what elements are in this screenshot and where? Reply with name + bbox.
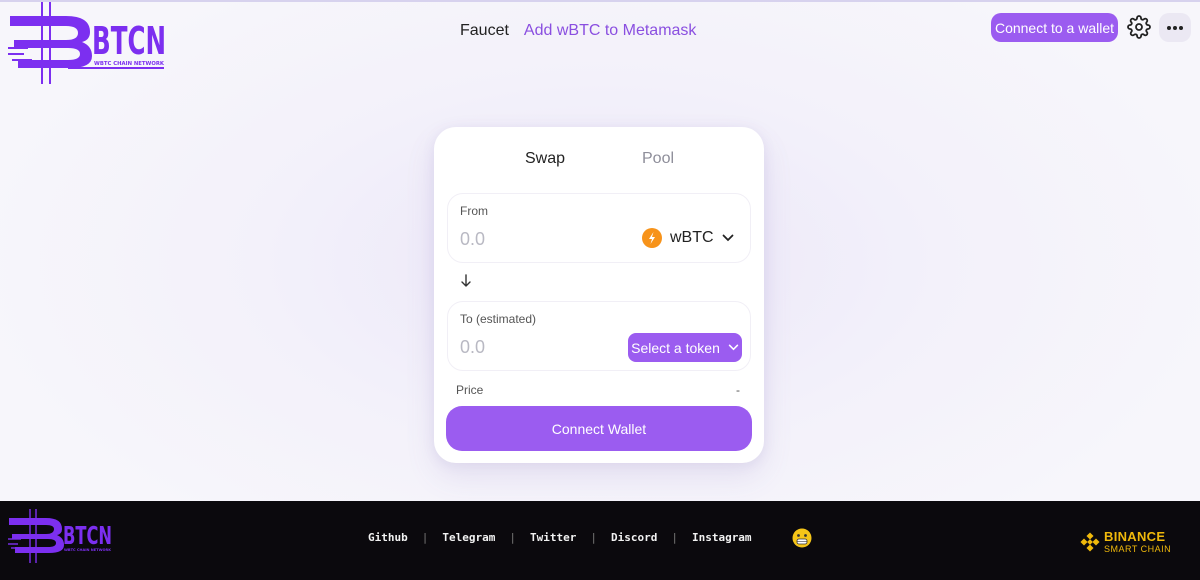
tab-swap[interactable]: Swap: [525, 150, 565, 168]
tab-pool[interactable]: Pool: [642, 150, 674, 168]
binance-title: BINANCE: [1104, 529, 1166, 544]
binance-smart-chain-logo[interactable]: BINANCE SMART CHAIN: [1080, 530, 1171, 554]
footer-logo-tagline: WBTC CHAIN NETWORK: [64, 548, 111, 552]
binance-icon: [1080, 532, 1100, 552]
from-amount-input[interactable]: [460, 226, 610, 252]
faucet-link[interactable]: Faucet: [460, 22, 509, 40]
header: BTCN WBTC CHAIN NETWORK Faucet Add wBTC …: [0, 0, 1200, 84]
price-value: -: [736, 383, 740, 397]
btcn-logo[interactable]: BTCN WBTC CHAIN NETWORK: [8, 2, 168, 84]
from-label: From: [460, 204, 488, 218]
footer: BTCN WBTC CHAIN NETWORK Github | Telegra…: [0, 501, 1200, 580]
to-amount-input[interactable]: [460, 334, 610, 360]
github-link[interactable]: Github: [368, 531, 408, 544]
more-icon: [1167, 25, 1183, 30]
from-token-symbol: wBTC: [670, 229, 714, 246]
to-panel: To (estimated) Select a token: [447, 301, 751, 371]
separator: |: [590, 531, 597, 544]
logo-text: BTCN: [92, 19, 166, 63]
connect-wallet-button[interactable]: Connect to a wallet: [991, 13, 1118, 42]
instagram-link[interactable]: Instagram: [692, 531, 752, 544]
top-nav: Faucet Add wBTC to Metamask: [460, 22, 696, 40]
add-wbtc-metamask-link[interactable]: Add wBTC to Metamask: [524, 22, 697, 40]
gear-icon[interactable]: [1127, 15, 1151, 39]
footer-btcn-logo[interactable]: BTCN WBTC CHAIN NETWORK: [8, 509, 114, 563]
select-token-label: Select a token: [631, 339, 720, 356]
emoji-icon[interactable]: [792, 528, 812, 548]
logo-tagline: WBTC CHAIN NETWORK: [94, 61, 165, 67]
from-panel: From wBTC: [447, 193, 751, 263]
more-options-button[interactable]: [1159, 13, 1191, 42]
price-label: Price: [456, 383, 484, 397]
chevron-down-icon: [722, 234, 733, 242]
from-token-selector[interactable]: wBTC: [642, 228, 734, 248]
chevron-down-icon: [728, 344, 739, 351]
telegram-link[interactable]: Telegram: [442, 531, 495, 544]
to-label: To (estimated): [460, 312, 537, 326]
swap-direction-arrow-icon[interactable]: [460, 274, 472, 288]
connect-wallet-main-button[interactable]: Connect Wallet: [446, 406, 752, 451]
binance-subtitle: SMART CHAIN: [1104, 544, 1172, 554]
twitter-link[interactable]: Twitter: [530, 531, 576, 544]
separator: |: [509, 531, 516, 544]
wbtc-token-icon: [642, 228, 662, 248]
select-token-button[interactable]: Select a token: [628, 333, 742, 362]
separator: |: [671, 531, 678, 544]
footer-logo-text: BTCN: [63, 521, 112, 550]
separator: |: [421, 531, 429, 544]
footer-links: Github | Telegram | Twitter | Discord | …: [368, 531, 752, 544]
swap-card: Swap Pool From wBTC To (estimated) Selec…: [434, 127, 764, 463]
discord-link[interactable]: Discord: [611, 531, 657, 544]
